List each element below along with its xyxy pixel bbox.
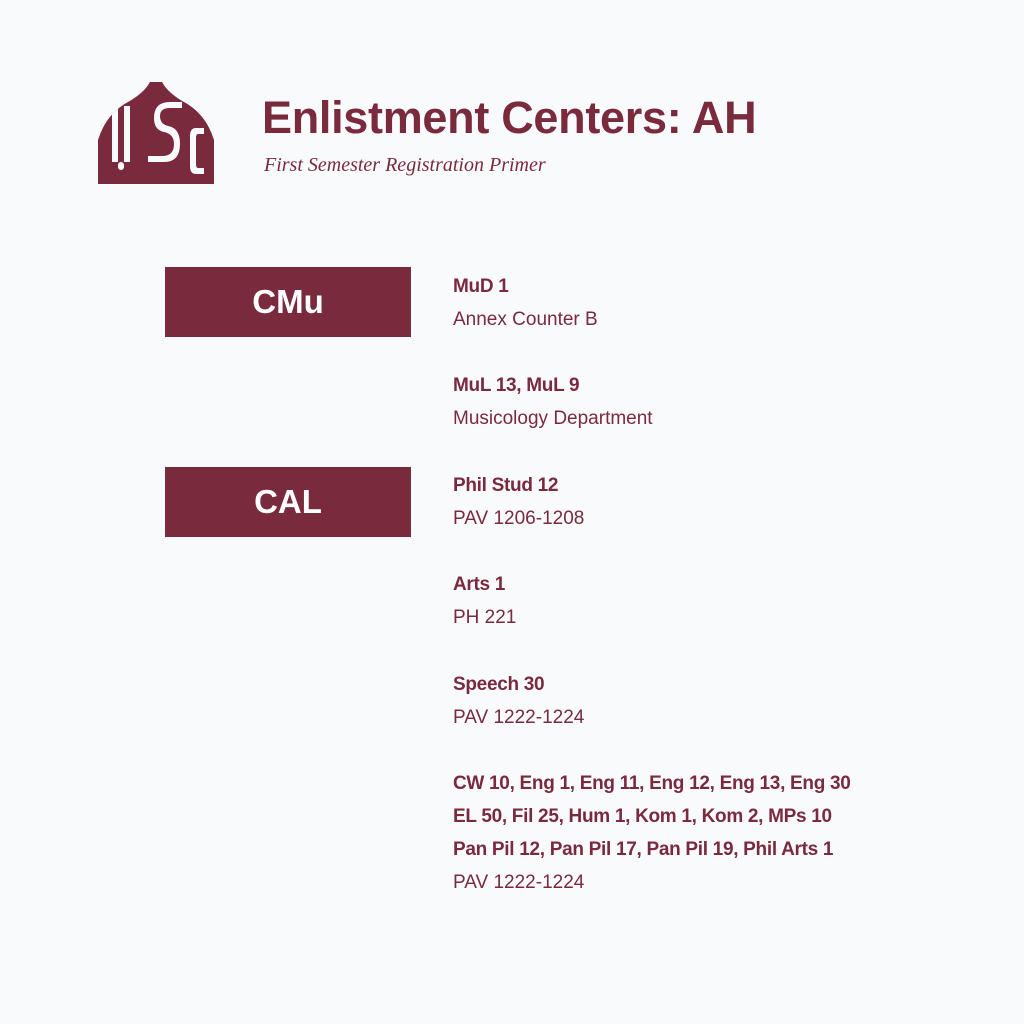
college-badge-cmu: CMu — [165, 267, 411, 337]
course-list: Phil Stud 12 — [453, 475, 559, 496]
course-list: Pan Pil 12, Pan Pil 17, Pan Pil 19, Phil… — [453, 839, 834, 860]
course-list: CW 10, Eng 1, Eng 11, Eng 12, Eng 13, En… — [453, 773, 851, 794]
enlistment-entry: CW 10, Eng 1, Eng 11, Eng 12, Eng 13, En… — [453, 767, 993, 899]
course-list: Arts 1 — [453, 574, 506, 595]
location-text: PAV 1222-1224 — [453, 872, 585, 893]
page-title: Enlistment Centers: AH — [262, 92, 757, 143]
usc-logo — [98, 82, 214, 184]
location-text: PH 221 — [453, 607, 517, 628]
enlistment-entry: Arts 1 PH 221 — [453, 568, 993, 634]
location-text: PAV 1222-1224 — [453, 707, 585, 728]
course-list: Speech 30 — [453, 674, 545, 695]
page-subtitle: First Semester Registration Primer — [264, 154, 546, 176]
college-badge-cal: CAL — [165, 467, 411, 537]
enlistment-entry: Phil Stud 12 PAV 1206-1208 — [453, 469, 993, 535]
course-list: MuD 1 — [453, 276, 509, 297]
course-list: MuL 13, MuL 9 — [453, 375, 580, 396]
location-text: Musicology Department — [453, 408, 653, 429]
location-text: Annex Counter B — [453, 309, 598, 330]
location-text: PAV 1206-1208 — [453, 508, 585, 529]
enlistment-entry: MuL 13, MuL 9 Musicology Department — [453, 369, 993, 435]
enlistment-entry: MuD 1 Annex Counter B — [453, 270, 993, 336]
enlistment-entry: Speech 30 PAV 1222-1224 — [453, 668, 993, 734]
course-list: EL 50, Fil 25, Hum 1, Kom 1, Kom 2, MPs … — [453, 806, 832, 827]
